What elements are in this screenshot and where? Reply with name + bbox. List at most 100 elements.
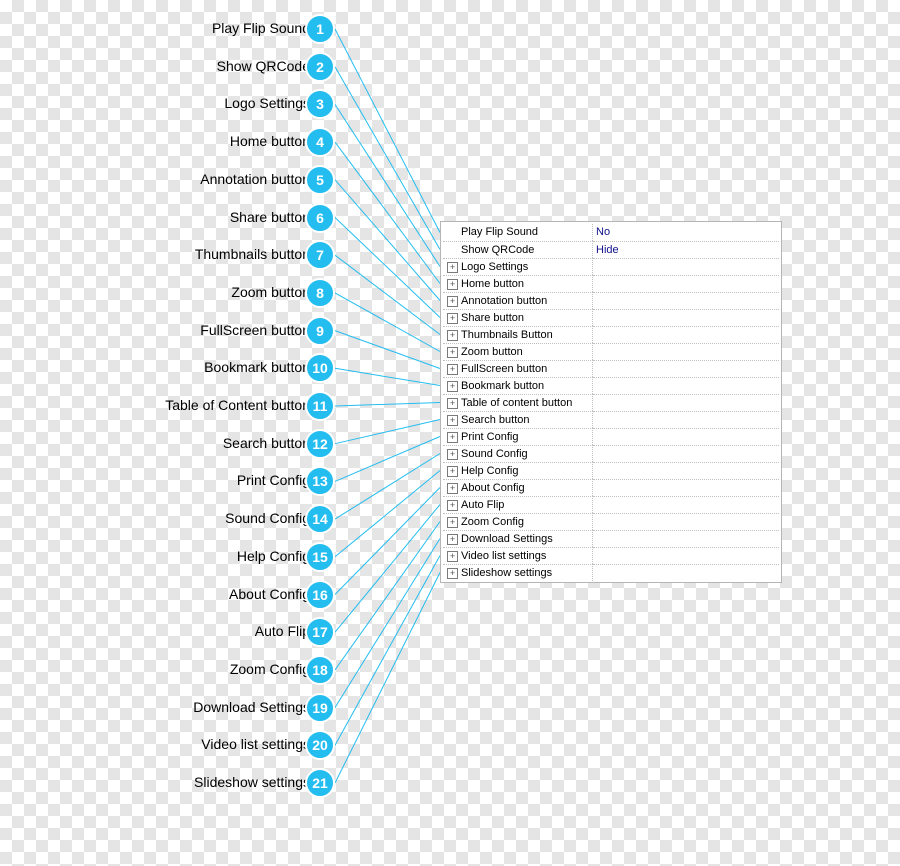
- setting-value-cell[interactable]: Hide: [593, 241, 779, 258]
- settings-group-row[interactable]: +Help Config: [443, 462, 779, 479]
- expand-icon[interactable]: +: [447, 483, 458, 494]
- setting-name-cell[interactable]: +Video list settings: [443, 547, 593, 564]
- expand-icon[interactable]: +: [447, 500, 458, 511]
- setting-name-cell[interactable]: +FullScreen button: [443, 360, 593, 377]
- setting-name-cell[interactable]: +Table of content button: [443, 394, 593, 411]
- expand-icon[interactable]: +: [447, 296, 458, 307]
- setting-name-cell[interactable]: +Download Settings: [443, 530, 593, 547]
- setting-name-label: Print Config: [461, 429, 518, 446]
- setting-name-label: Play Flip Sound: [461, 224, 538, 241]
- callout-label: Share button: [230, 209, 310, 225]
- settings-group-row[interactable]: +Search button: [443, 411, 779, 428]
- callout-chip: 20: [305, 730, 335, 760]
- expand-icon[interactable]: +: [447, 551, 458, 562]
- setting-name-label: Video list settings: [461, 548, 546, 565]
- callout-chip: 19: [305, 693, 335, 723]
- callout-label: About Config: [229, 586, 310, 602]
- setting-name-label: Download Settings: [461, 531, 553, 548]
- settings-group-row[interactable]: +Zoom button: [443, 343, 779, 360]
- setting-name-label: Table of content button: [461, 395, 572, 412]
- setting-name-cell[interactable]: +Zoom Config: [443, 513, 593, 530]
- setting-value-cell: [593, 292, 779, 309]
- setting-name-cell[interactable]: +Auto Flip: [443, 496, 593, 513]
- callout-chip: 4: [305, 127, 335, 157]
- settings-group-row[interactable]: +Sound Config: [443, 445, 779, 462]
- setting-name-label: Share button: [461, 310, 524, 327]
- expand-icon[interactable]: +: [447, 466, 458, 477]
- connector-line: [335, 488, 440, 595]
- callout-chip: 7: [305, 240, 335, 270]
- setting-value-cell: [593, 360, 779, 377]
- settings-group-row[interactable]: +Auto Flip: [443, 496, 779, 513]
- setting-name-cell[interactable]: +Zoom button: [443, 343, 593, 360]
- settings-group-row[interactable]: +Share button: [443, 309, 779, 326]
- setting-name-cell[interactable]: +Search button: [443, 411, 593, 428]
- settings-prop-row[interactable]: Play Flip Sound No: [443, 224, 779, 241]
- expand-icon[interactable]: +: [447, 415, 458, 426]
- settings-group-row[interactable]: +Logo Settings: [443, 258, 779, 275]
- setting-name-cell[interactable]: +Share button: [443, 309, 593, 326]
- setting-name-cell[interactable]: +Slideshow settings: [443, 564, 593, 581]
- setting-name-cell[interactable]: +Help Config: [443, 462, 593, 479]
- setting-name-cell[interactable]: +Print Config: [443, 428, 593, 445]
- settings-group-row[interactable]: +Zoom Config: [443, 513, 779, 530]
- setting-value-cell: [593, 479, 779, 496]
- connector-line: [335, 573, 440, 784]
- expand-icon[interactable]: +: [447, 432, 458, 443]
- expand-icon[interactable]: +: [447, 517, 458, 528]
- setting-value-cell: [593, 326, 779, 343]
- settings-group-row[interactable]: +Slideshow settings: [443, 564, 779, 581]
- connector-line: [335, 556, 440, 746]
- settings-group-row[interactable]: +Table of content button: [443, 394, 779, 411]
- callout-label: Home button: [230, 133, 310, 149]
- setting-name-cell[interactable]: +Sound Config: [443, 445, 593, 462]
- expand-icon[interactable]: +: [447, 347, 458, 358]
- callout-chip: 3: [305, 89, 335, 119]
- setting-value-cell: [593, 496, 779, 513]
- setting-name-cell[interactable]: +Thumbnails Button: [443, 326, 593, 343]
- settings-group-row[interactable]: +Bookmark button: [443, 377, 779, 394]
- setting-name-cell[interactable]: +Bookmark button: [443, 377, 593, 394]
- setting-name-label: Sound Config: [461, 446, 528, 463]
- settings-group-row[interactable]: +Video list settings: [443, 547, 779, 564]
- setting-name-cell[interactable]: +Logo Settings: [443, 258, 593, 275]
- callout-chip: 12: [305, 429, 335, 459]
- setting-value-cell: [593, 309, 779, 326]
- settings-group-row[interactable]: +FullScreen button: [443, 360, 779, 377]
- expand-icon[interactable]: +: [447, 313, 458, 324]
- connector-line: [335, 218, 440, 318]
- settings-prop-row[interactable]: Show QRCode Hide: [443, 241, 779, 258]
- expand-icon[interactable]: +: [447, 330, 458, 341]
- setting-name-cell[interactable]: Play Flip Sound: [443, 224, 593, 241]
- setting-name-cell[interactable]: +Annotation button: [443, 292, 593, 309]
- connector-line: [335, 293, 440, 352]
- expand-icon[interactable]: +: [447, 262, 458, 273]
- expand-icon[interactable]: +: [447, 381, 458, 392]
- expand-icon[interactable]: +: [447, 398, 458, 409]
- expand-icon[interactable]: +: [447, 279, 458, 290]
- setting-value-cell[interactable]: No: [593, 224, 779, 241]
- setting-name-cell[interactable]: Show QRCode: [443, 241, 593, 258]
- setting-name-label: Help Config: [461, 463, 518, 480]
- setting-value-cell: [593, 258, 779, 275]
- connector-line: [335, 67, 440, 250]
- settings-group-row[interactable]: +Home button: [443, 275, 779, 292]
- expand-icon[interactable]: +: [447, 534, 458, 545]
- settings-group-row[interactable]: +Download Settings: [443, 530, 779, 547]
- settings-group-row[interactable]: +Print Config: [443, 428, 779, 445]
- connector-line: [335, 522, 440, 670]
- expand-icon[interactable]: +: [447, 449, 458, 460]
- settings-group-row[interactable]: +Thumbnails Button: [443, 326, 779, 343]
- settings-group-row[interactable]: +About Config: [443, 479, 779, 496]
- setting-name-cell[interactable]: +Home button: [443, 275, 593, 292]
- settings-group-row[interactable]: +Annotation button: [443, 292, 779, 309]
- setting-name-label: Show QRCode: [461, 242, 534, 259]
- connector-line: [335, 29, 440, 233]
- setting-value-cell: [593, 564, 779, 581]
- expand-icon[interactable]: +: [447, 364, 458, 375]
- expand-icon[interactable]: +: [447, 568, 458, 579]
- setting-name-cell[interactable]: +About Config: [443, 479, 593, 496]
- callout-label: Zoom Config: [230, 661, 310, 677]
- connector-line: [335, 403, 440, 407]
- callout-chip: 21: [305, 768, 335, 798]
